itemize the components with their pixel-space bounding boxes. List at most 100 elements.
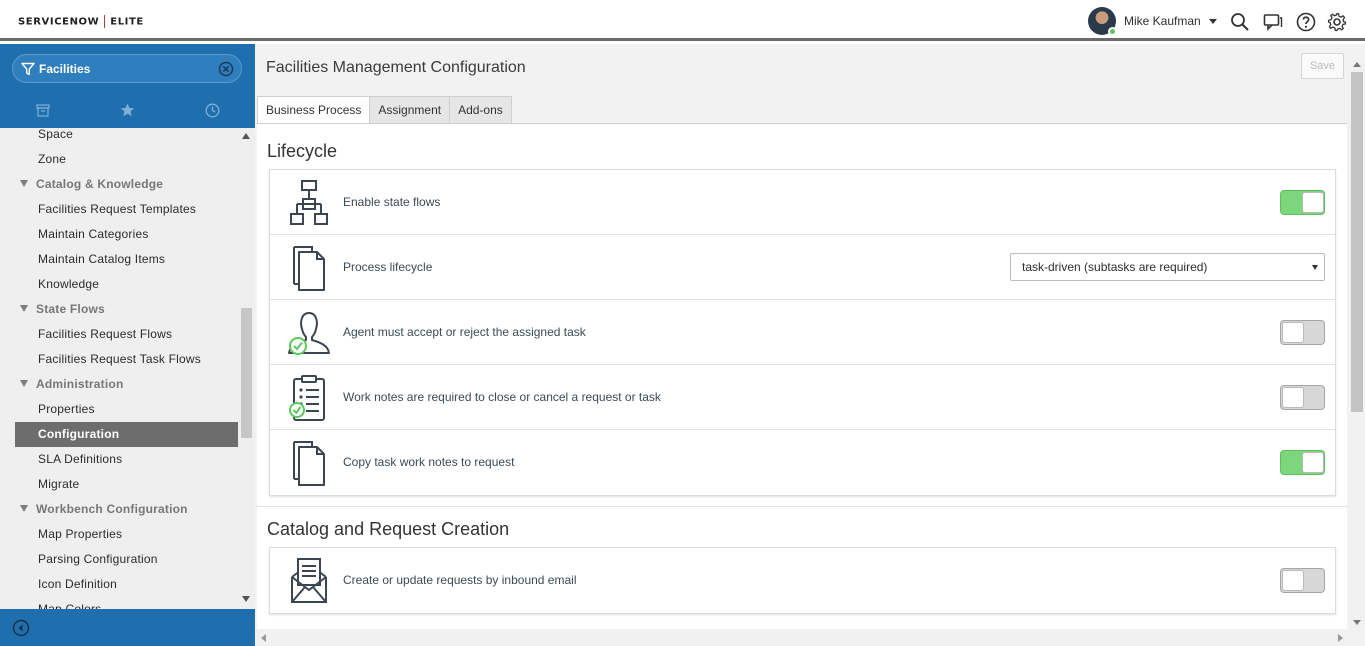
toggle-switch[interactable] — [1280, 385, 1325, 410]
avatar — [1088, 7, 1117, 36]
logo-left: SERVICENOW — [18, 16, 100, 28]
checklist-icon — [286, 374, 332, 422]
config-row-label: Copy task work notes to request — [343, 455, 515, 469]
tab-assignment[interactable]: Assignment — [369, 96, 451, 124]
sidebar-item[interactable]: Space — [0, 128, 238, 147]
scroll-down-arrow[interactable] — [242, 596, 250, 602]
top-header: SERVICENOW ELITE Mike Kaufman — [0, 0, 1365, 41]
dropdown-arrow-icon — [1312, 265, 1318, 270]
section-title-catalog: Catalog and Request Creation — [267, 519, 510, 539]
user-check-icon — [286, 309, 332, 357]
sidebar-item[interactable]: Parsing Configuration — [0, 547, 238, 572]
caret-down-icon — [20, 305, 28, 312]
sidebar-item[interactable]: SLA Definitions — [0, 447, 238, 472]
sidebar-item[interactable]: Maintain Categories — [0, 222, 238, 247]
sidebar-item[interactable]: Knowledge — [0, 272, 238, 297]
sidebar-item[interactable]: Map Properties — [0, 522, 238, 547]
sidebar-section[interactable]: Catalog & Knowledge — [0, 172, 238, 197]
email-icon — [286, 557, 332, 605]
sidebar-item[interactable]: Migrate — [0, 472, 238, 497]
save-button[interactable]: Save — [1301, 53, 1344, 79]
clock-icon — [205, 103, 220, 117]
state-flow-icon — [286, 179, 332, 227]
chat-icon[interactable] — [1263, 12, 1283, 32]
sidebar-scroll-thumb[interactable] — [241, 308, 252, 438]
section-title-lifecycle: Lifecycle — [267, 141, 338, 161]
gear-icon[interactable] — [1327, 12, 1347, 32]
toggle-switch[interactable] — [1280, 450, 1325, 475]
tab-all-apps[interactable] — [0, 99, 85, 121]
search-icon[interactable] — [1230, 12, 1250, 32]
filter-icon — [21, 62, 35, 75]
logo[interactable]: SERVICENOW ELITE — [18, 15, 144, 28]
navigator-list: Space Zone Catalog & Knowledge Facilities R… — [0, 128, 238, 609]
tab-business-process[interactable]: Business Process — [257, 96, 371, 124]
sidebar-item[interactable]: Configuration — [15, 422, 238, 447]
config-row-label: Agent must accept or reject the assigned… — [343, 325, 586, 339]
scroll-down-arrow[interactable] — [1353, 620, 1361, 625]
sidebar-item[interactable]: Maintain Catalog Items — [0, 247, 238, 272]
collapse-navigator-icon[interactable] — [12, 619, 30, 637]
navigator-footer — [0, 609, 255, 646]
toggle-knob — [1302, 192, 1324, 213]
config-row-label: Create or update requests by inbound ema… — [343, 573, 577, 587]
main-scrollbar[interactable] — [1349, 60, 1365, 629]
config-row-label: Enable state flows — [343, 195, 441, 209]
tab-favorites[interactable] — [85, 99, 170, 121]
main-content: Facilities Management Configuration Save… — [255, 44, 1365, 646]
lifecycle-card: Enable state flows Process lifecycle task-… — [269, 169, 1336, 496]
scroll-right-arrow[interactable] — [1338, 634, 1343, 642]
sidebar-item[interactable]: Facilities Request Templates — [0, 197, 238, 222]
sidebar-section-label: Administration — [36, 377, 124, 391]
config-row: Create or update requests by inbound ema… — [270, 548, 1335, 613]
sidebar-item[interactable]: Zone — [0, 147, 238, 172]
sidebar-section[interactable]: Workbench Configuration — [0, 497, 238, 522]
catalog-card: Create or update requests by inbound ema… — [269, 547, 1336, 614]
config-row-label: Process lifecycle — [343, 260, 433, 274]
sidebar-section[interactable]: State Flows — [0, 297, 238, 322]
horizontal-scrollbar[interactable] — [255, 629, 1349, 646]
chevron-down-icon — [1208, 18, 1217, 24]
sidebar-item[interactable]: Facilities Request Flows — [0, 322, 238, 347]
toggle-knob — [1282, 387, 1304, 408]
section-divider — [257, 506, 1347, 507]
tab-add-ons[interactable]: Add-ons — [449, 96, 512, 124]
config-row: Agent must accept or reject the assigned… — [270, 300, 1335, 365]
sidebar-item[interactable]: Map Colors — [0, 597, 238, 609]
tab-history[interactable] — [170, 99, 255, 121]
config-row-label: Work notes are required to close or canc… — [343, 390, 661, 404]
scroll-up-arrow[interactable] — [1353, 62, 1361, 67]
clear-filter-icon[interactable] — [218, 61, 234, 77]
sidebar-item[interactable]: Facilities Request Task Flows — [0, 347, 238, 372]
config-row: Copy task work notes to request — [270, 430, 1335, 495]
scroll-up-arrow[interactable] — [242, 133, 250, 139]
logo-right: ELITE — [110, 16, 144, 28]
caret-down-icon — [20, 380, 28, 387]
process-lifecycle-select[interactable]: task-driven (subtasks are required) — [1010, 253, 1325, 281]
online-status-dot — [1108, 27, 1117, 36]
toggle-knob — [1282, 570, 1304, 591]
navigator-header: Facilities — [0, 44, 255, 128]
user-name: Mike Kaufman — [1124, 14, 1201, 28]
help-icon[interactable] — [1296, 12, 1316, 32]
sidebar-section-label: Workbench Configuration — [36, 502, 188, 516]
documents-icon — [286, 439, 332, 487]
navigator-filter-input[interactable]: Facilities — [12, 54, 242, 83]
user-menu[interactable]: Mike Kaufman — [1088, 7, 1217, 36]
navigator-sidebar: Facilities Space Zone Catalog & Knowledge F… — [0, 44, 255, 646]
scroll-left-arrow[interactable] — [261, 634, 266, 642]
toggle-switch[interactable] — [1280, 190, 1325, 215]
sidebar-section-label: State Flows — [36, 302, 105, 316]
sidebar-item[interactable]: Icon Definition — [0, 572, 238, 597]
logo-separator — [104, 15, 106, 28]
sidebar-scrollbar[interactable] — [238, 128, 255, 609]
sidebar-section[interactable]: Administration — [0, 372, 238, 397]
select-value: task-driven (subtasks are required) — [1022, 260, 1208, 274]
tab-content: Lifecycle Enable state flows Process life… — [257, 123, 1347, 629]
sidebar-item[interactable]: Properties — [0, 397, 238, 422]
toggle-switch[interactable] — [1280, 568, 1325, 593]
main-scroll-thumb[interactable] — [1351, 72, 1363, 412]
star-icon — [120, 103, 135, 117]
config-tabs: Business Process Assignment Add-ons — [257, 96, 512, 124]
toggle-switch[interactable] — [1280, 320, 1325, 345]
